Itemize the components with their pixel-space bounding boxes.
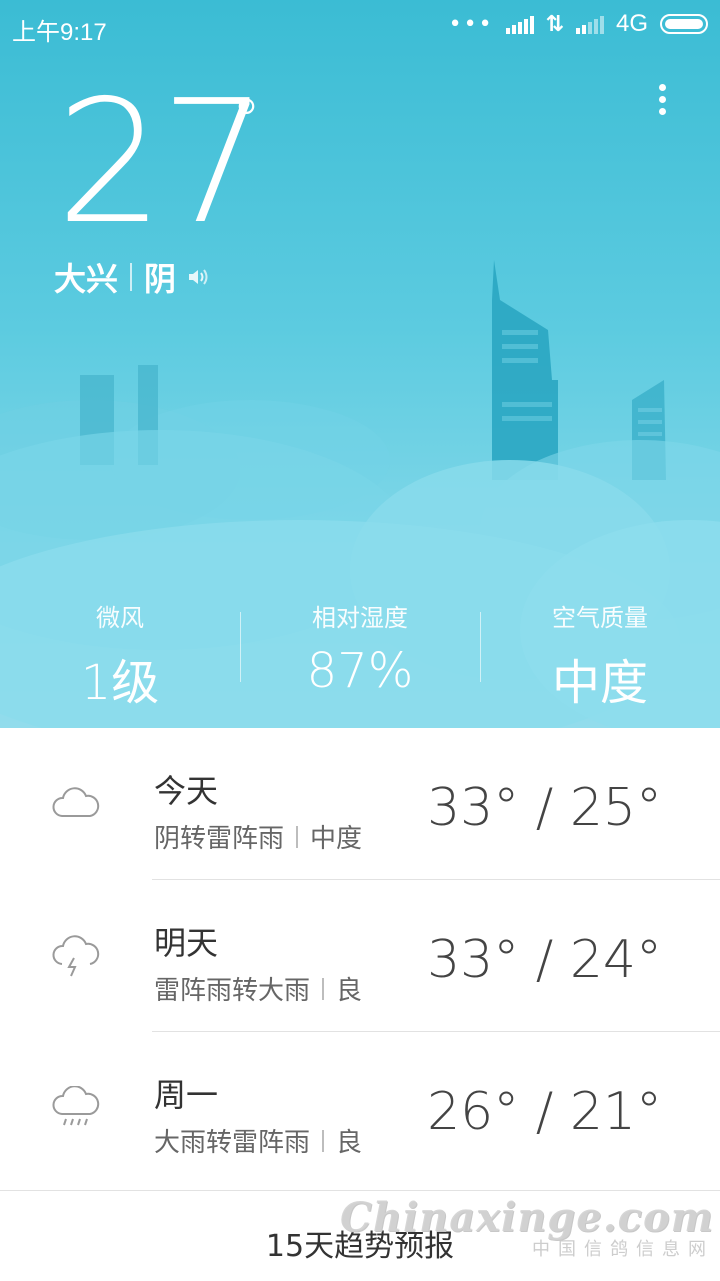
status-time: 上午9:17 [12, 19, 107, 46]
status-icons: ••• ⇅ 4G [449, 10, 708, 38]
forecast-divider [296, 825, 299, 848]
forecast-row-today[interactable]: 今天 阴转雷阵雨 中度 33° / 25° [0, 728, 720, 880]
city-name: 大兴 [54, 260, 119, 298]
forecast-row-tomorrow[interactable]: 明天 雷阵雨转大雨 良 33° / 24° [0, 880, 720, 1032]
forecast-list: 今天 阴转雷阵雨 中度 33° / 25° 明天 雷阵雨转大雨 良 33° / … [0, 728, 720, 1184]
data-transfer-icon: ⇅ [545, 11, 564, 37]
status-bar: 上午9:17 ••• ⇅ 4G [0, 0, 720, 52]
thunderstorm-icon [52, 935, 100, 977]
forecast-divider [322, 1129, 325, 1152]
stat-wind: 微风 1级 [0, 592, 240, 711]
forecast-day: 明天 [154, 924, 219, 962]
notification-dots-icon: ••• [448, 11, 494, 37]
forecast-description: 阴转雷阵雨 中度 [154, 818, 362, 855]
forecast-row-monday[interactable]: 周一 大雨转雷阵雨 良 26° / 21° [0, 1032, 720, 1184]
signal-strength-icon [505, 14, 534, 34]
forecast-air-quality: 良 [336, 976, 363, 1006]
stat-humidity: 相对湿度 87% [240, 592, 480, 702]
forecast-air-quality: 良 [336, 1128, 363, 1158]
stat-label: 相对湿度 [312, 604, 408, 632]
forecast-day: 周一 [154, 1076, 219, 1114]
heavy-rain-icon [52, 1086, 100, 1126]
forecast-condition: 大雨转雷阵雨 [154, 1128, 311, 1158]
site-watermark: Chinaxinge.com 中国信鸽信息网 [340, 1194, 714, 1261]
forecast-description: 雷阵雨转大雨 良 [154, 970, 362, 1007]
forecast-temperature-range: 26° / 21° [427, 1082, 662, 1142]
network-type: 4G [615, 10, 648, 37]
forecast-condition: 阴转雷阵雨 [154, 824, 285, 854]
forecast-condition: 雷阵雨转大雨 [154, 976, 311, 1006]
watermark-main: Chinaxinge.com [340, 1194, 714, 1241]
forecast-divider [322, 977, 325, 1000]
stat-label: 微风 [96, 604, 144, 632]
more-menu-icon[interactable] [658, 84, 668, 118]
forecast-temperature-range: 33° / 24° [427, 930, 662, 990]
weather-hero: 上午9:17 ••• ⇅ 4G 27 ° 大兴 阴 微风 1级 相对湿度 87%… [0, 0, 720, 728]
forecast-temperature-range: 33° / 25° [427, 778, 662, 838]
location-divider [130, 263, 133, 291]
cloud-icon [52, 787, 100, 817]
forecast-air-quality: 中度 [310, 824, 363, 854]
stat-value: 中度 [551, 655, 648, 711]
battery-icon [660, 14, 708, 34]
weather-stats: 微风 1级 相对湿度 87% 空气质量 中度 [0, 592, 720, 711]
forecast-description: 大雨转雷阵雨 良 [154, 1122, 362, 1159]
stat-value: 87% [306, 643, 414, 699]
stat-air-quality[interactable]: 空气质量 中度 [480, 592, 720, 711]
stat-label: 空气质量 [552, 604, 648, 632]
current-condition: 阴 [144, 260, 177, 298]
signal-strength-2-icon [575, 14, 604, 34]
degree-symbol: ° [232, 86, 261, 154]
forecast-day: 今天 [154, 772, 219, 810]
location-condition-row[interactable]: 大兴 阴 [54, 254, 210, 300]
stat-value: 1级 [80, 655, 160, 711]
speaker-icon[interactable] [186, 265, 210, 289]
